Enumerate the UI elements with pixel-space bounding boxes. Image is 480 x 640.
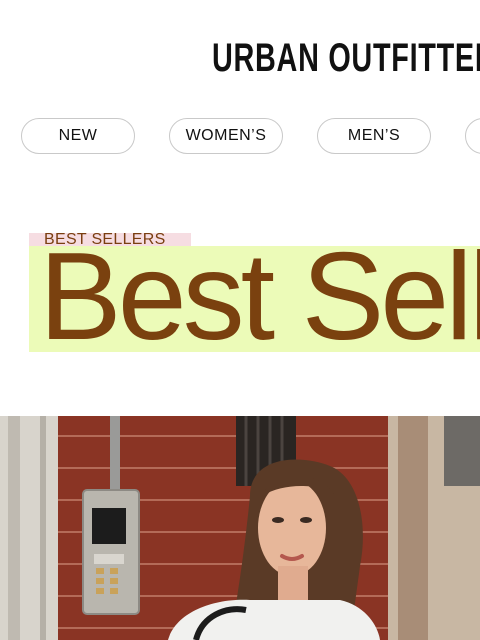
header-logo-area: URBAN OUTFITTERS bbox=[0, 30, 480, 86]
category-nav: NEW WOMEN’S MEN’S bbox=[0, 118, 480, 156]
brand-logo[interactable]: URBAN OUTFITTERS bbox=[212, 30, 480, 86]
nav-pill-new[interactable]: NEW bbox=[21, 118, 135, 154]
banner-headline: Best Sellers bbox=[39, 246, 480, 352]
nav-pill-next[interactable] bbox=[465, 118, 480, 154]
nav-pill-womens[interactable]: WOMEN’S bbox=[169, 118, 283, 154]
hero-photo-illustration bbox=[0, 416, 480, 640]
best-sellers-banner[interactable]: Best Sellers bbox=[29, 246, 480, 352]
hero-image[interactable] bbox=[0, 416, 480, 640]
nav-pill-mens[interactable]: MEN’S bbox=[317, 118, 431, 154]
